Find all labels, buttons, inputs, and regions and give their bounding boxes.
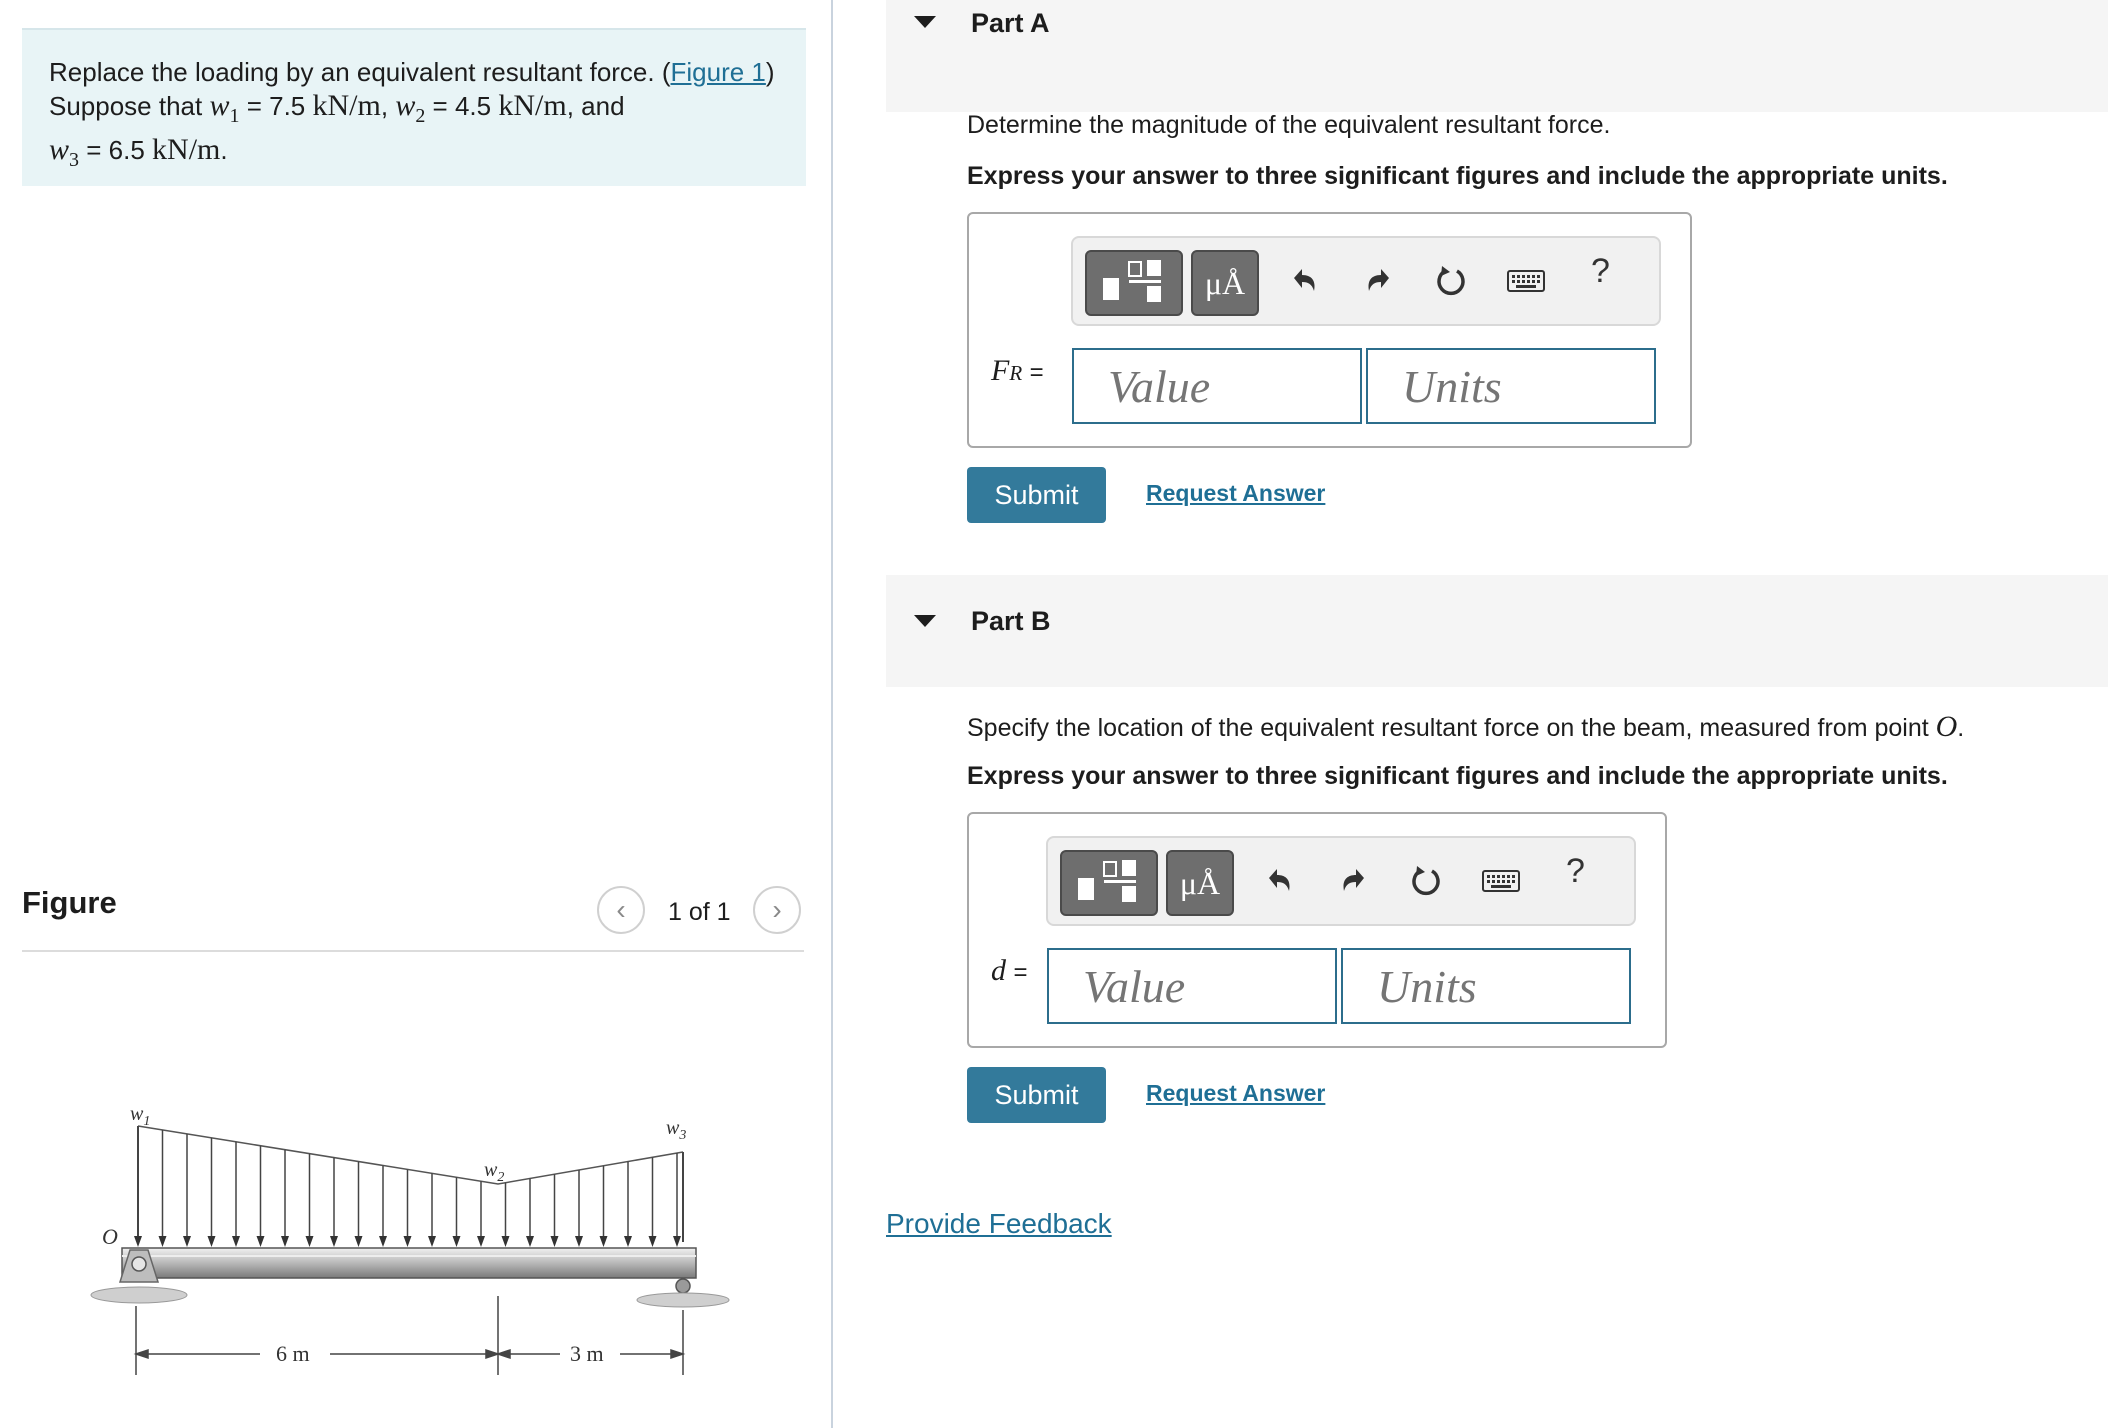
load-arrow-head bbox=[452, 1236, 461, 1247]
load-arrow-head bbox=[575, 1236, 583, 1247]
beam-figure: O w1 w2 w3 6 m 3 m bbox=[90, 1103, 730, 1375]
w3-label: w3 bbox=[666, 1117, 686, 1143]
figure-divider bbox=[22, 950, 804, 952]
part-a-request-answer-link[interactable]: Request Answer bbox=[1146, 480, 1325, 507]
part-b-instruction: Express your answer to three significant… bbox=[967, 762, 1948, 790]
load-arrow-head bbox=[330, 1236, 338, 1247]
part-a-answer-box: μÅ ? FR = bbox=[967, 212, 1692, 448]
chevron-left-icon: ‹ bbox=[616, 894, 626, 925]
part-b-title: Part B bbox=[971, 606, 1051, 636]
undo-icon[interactable] bbox=[1281, 258, 1327, 304]
figure-link[interactable]: Figure 1 bbox=[671, 57, 766, 87]
dim-3m-label: 3 m bbox=[570, 1341, 604, 1366]
part-a-header[interactable]: Part A bbox=[886, 0, 2108, 112]
redo-icon[interactable] bbox=[1356, 258, 1402, 304]
fr-units-input[interactable] bbox=[1366, 348, 1656, 424]
fr-label: FR = bbox=[991, 354, 1044, 387]
reset-icon[interactable] bbox=[1428, 258, 1474, 304]
d-units-input[interactable] bbox=[1341, 948, 1631, 1024]
w1-value: 7.5 bbox=[269, 91, 306, 121]
w3-symbol: w3 bbox=[49, 133, 80, 171]
w2-unit: kN/m bbox=[498, 89, 567, 122]
part-a-title: Part A bbox=[971, 8, 1050, 38]
d-value-input[interactable] bbox=[1047, 948, 1337, 1024]
part-a-prompt: Determine the magnitude of the equivalen… bbox=[967, 111, 1611, 139]
dim-6m-label: 6 m bbox=[276, 1341, 310, 1366]
load-arrow-head bbox=[305, 1236, 314, 1247]
part-a-instruction: Express your answer to three significant… bbox=[967, 162, 1948, 190]
figure-counter: 1 of 1 bbox=[668, 898, 731, 926]
undo-icon[interactable] bbox=[1256, 858, 1302, 904]
next-figure-button[interactable]: › bbox=[753, 886, 801, 934]
load-arrow-head bbox=[648, 1236, 657, 1247]
load-arrow-head bbox=[550, 1236, 559, 1247]
w1-label: w1 bbox=[130, 1103, 150, 1129]
templates-button[interactable] bbox=[1085, 250, 1183, 316]
load-arrow-head bbox=[673, 1236, 681, 1247]
point-o-label: O bbox=[102, 1224, 118, 1249]
part-b-header[interactable]: Part B bbox=[886, 575, 2108, 687]
load-arrow-head bbox=[526, 1236, 534, 1247]
prev-figure-button[interactable]: ‹ bbox=[597, 886, 645, 934]
beam bbox=[121, 1247, 697, 1279]
w3-value: 6.5 bbox=[108, 135, 145, 165]
load-arrow-head bbox=[183, 1236, 191, 1247]
provide-feedback-link[interactable]: Provide Feedback bbox=[886, 1208, 1112, 1240]
part-a-toolbar: μÅ ? bbox=[1071, 236, 1661, 326]
panel-divider bbox=[831, 0, 833, 1428]
load-arrow-head bbox=[379, 1236, 387, 1247]
fraction-template-icon bbox=[1103, 260, 1161, 302]
load-arrow-head bbox=[599, 1236, 608, 1247]
templates-button[interactable] bbox=[1060, 850, 1158, 916]
d-label: d = bbox=[991, 954, 1028, 987]
load-arrow-head bbox=[354, 1236, 363, 1247]
w2-value: 4.5 bbox=[454, 91, 492, 121]
load-arrow-head bbox=[624, 1236, 632, 1247]
roller-support bbox=[636, 1278, 730, 1308]
load-arrow-head bbox=[158, 1236, 167, 1247]
part-b-request-answer-link[interactable]: Request Answer bbox=[1146, 1080, 1325, 1107]
w2-label: w2 bbox=[484, 1159, 504, 1185]
load-arrow-head bbox=[207, 1236, 216, 1247]
caret-down-icon[interactable] bbox=[914, 615, 936, 627]
redo-icon[interactable] bbox=[1331, 858, 1377, 904]
load-arrow-head bbox=[256, 1236, 265, 1247]
load-arrow-head bbox=[501, 1236, 510, 1247]
w1-symbol: w1 bbox=[209, 89, 240, 127]
load-envelope bbox=[137, 1125, 684, 1185]
fraction-template-icon bbox=[1078, 860, 1136, 902]
w3-unit: kN/m bbox=[152, 133, 221, 166]
help-icon[interactable]: ? bbox=[1566, 852, 1585, 891]
load-arrow-head bbox=[232, 1236, 240, 1247]
load-arrows bbox=[134, 1126, 681, 1247]
keyboard-icon[interactable] bbox=[1478, 858, 1524, 904]
keyboard-icon[interactable] bbox=[1503, 258, 1549, 304]
part-b-toolbar: μÅ ? bbox=[1046, 836, 1636, 926]
part-b-submit-button[interactable]: Submit bbox=[967, 1067, 1106, 1123]
part-a-submit-button[interactable]: Submit bbox=[967, 467, 1106, 523]
fr-value-input[interactable] bbox=[1072, 348, 1362, 424]
chevron-right-icon: › bbox=[772, 894, 782, 925]
w2-symbol: w2 bbox=[395, 89, 426, 127]
problem-statement: Replace the loading by an equivalent res… bbox=[22, 28, 806, 186]
part-b-answer-box: μÅ ? d = bbox=[967, 812, 1667, 1048]
load-arrow-head bbox=[281, 1236, 289, 1247]
reset-icon[interactable] bbox=[1403, 858, 1449, 904]
load-arrow-head bbox=[428, 1236, 436, 1247]
caret-down-icon[interactable] bbox=[914, 16, 936, 28]
load-arrow-head bbox=[477, 1236, 485, 1247]
symbols-button[interactable]: μÅ bbox=[1166, 850, 1234, 916]
load-arrow-head bbox=[134, 1236, 142, 1247]
symbols-button[interactable]: μÅ bbox=[1191, 250, 1259, 316]
help-icon[interactable]: ? bbox=[1591, 252, 1610, 291]
problem-text: Replace the loading by an equivalent res… bbox=[49, 57, 671, 87]
load-arrow-head bbox=[403, 1236, 412, 1247]
w1-unit: kN/m bbox=[312, 89, 381, 122]
figure-heading: Figure bbox=[22, 885, 117, 920]
part-b-prompt: Specify the location of the equivalent r… bbox=[967, 710, 1965, 743]
